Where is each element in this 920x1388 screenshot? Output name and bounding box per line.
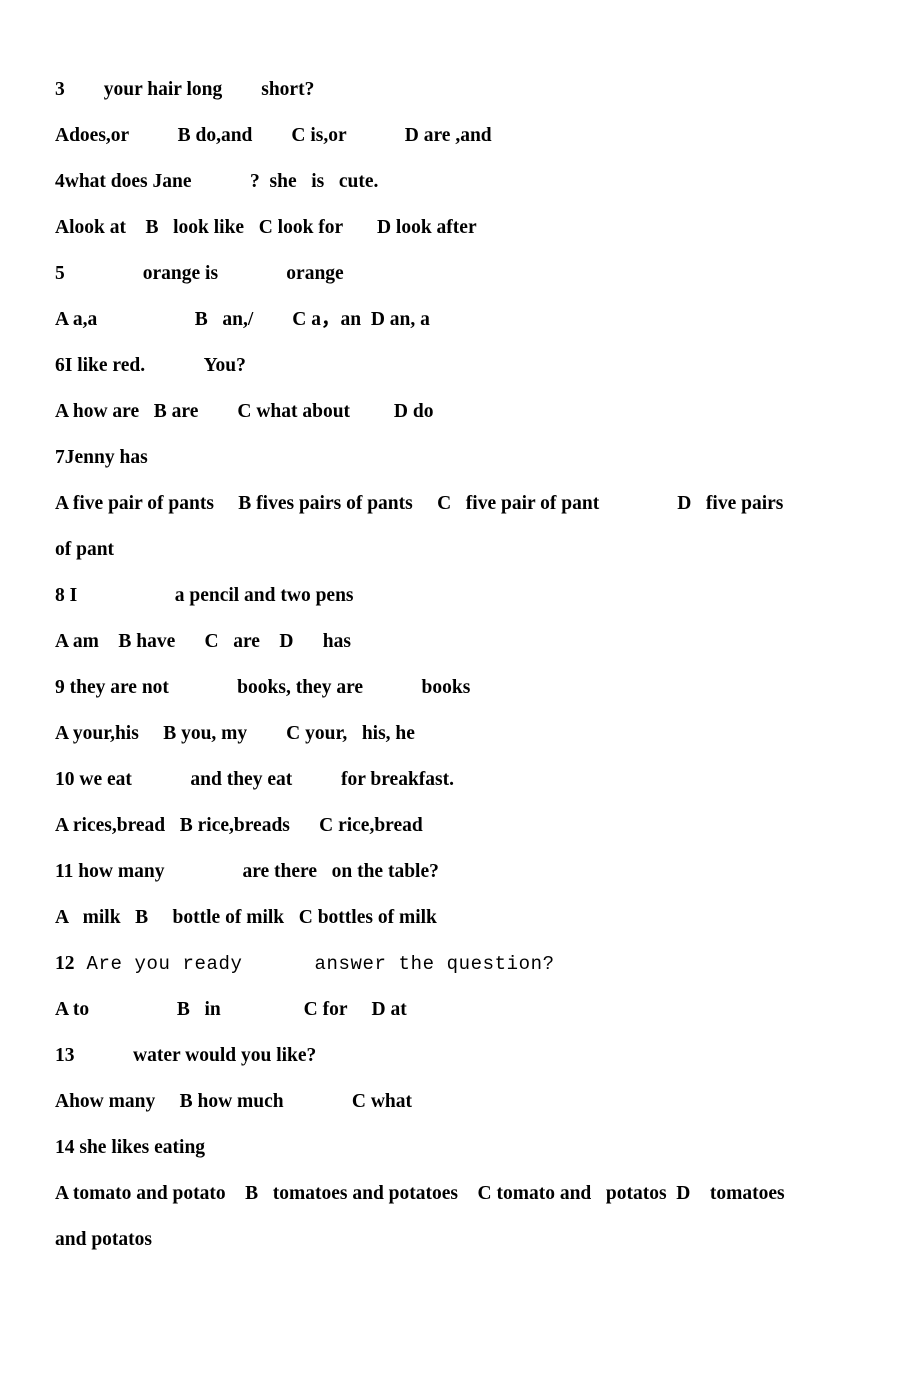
worksheet-page: 3____your hair long____short? Adoes,or B … <box>0 0 920 1388</box>
q9-options: A your,his B you, my C your, his, he <box>55 723 415 744</box>
answer-blank: _____ <box>363 677 412 698</box>
q5-stem: 5_______ orange is______ orange <box>55 263 344 284</box>
q8-stem: 8 I ________ a pencil and two pens <box>55 585 354 606</box>
question-number: 12 <box>55 953 75 974</box>
answer-blank: ______ <box>174 861 233 882</box>
q7-options: A five pair of pants B fives pairs of pa… <box>55 493 784 514</box>
q7-stem: 7Jenny has ______ <box>55 448 880 494</box>
q13-options: Ahow many B how much C what <box>55 1091 412 1112</box>
q7-options-cont: of pant <box>55 539 115 560</box>
q14-options: A tomato and potato B tomatoes and potat… <box>55 1183 785 1204</box>
answer-blank: ____ <box>215 1137 254 1158</box>
q4-options: Alook at B look like C look for D look a… <box>55 217 477 238</box>
q5-options: A a,a B an,/ C a，an D an, a <box>55 309 430 330</box>
q10-options: A rices,bread B rice,breads C rice,bread <box>55 815 423 836</box>
q11-options: A milk B bottle of milk C bottles of mil… <box>55 907 437 928</box>
q4-stem: 4what does Jane _____? she is cute. <box>55 171 379 192</box>
answer-blank: ________ <box>87 585 165 606</box>
q6-options: A how are B are C what about D do <box>55 401 434 422</box>
q13-stem: 13 _____ water would you like? <box>55 1045 317 1066</box>
answer-blank: ______ <box>169 677 228 698</box>
answer-blank: ____ <box>255 953 303 975</box>
q10-stem: 10 we eat _____and they eat ____for brea… <box>55 769 455 790</box>
answer-blank: _______ <box>65 263 133 284</box>
answer-blank: ____ <box>302 769 341 790</box>
q6-stem: 6I like red. _____You? <box>55 355 246 376</box>
q12-stem: 12 Are you ready ____ answer the questio… <box>55 953 555 975</box>
q8-options: A am B have C are D has <box>55 631 351 652</box>
answer-blank: ____ <box>222 79 261 100</box>
q14-options-cont: and potatos <box>55 1229 152 1250</box>
q9-stem: 9 they are not______ books, they are____… <box>55 677 471 698</box>
answer-blank: _____ <box>142 769 191 790</box>
answer-blank: ______ <box>218 263 277 284</box>
q3-stem: 3____your hair long____short? <box>55 79 315 100</box>
q12-options: A to B in C for D at <box>55 999 407 1020</box>
answer-blank: ____ <box>65 79 104 100</box>
q3-options: Adoes,or B do,and C is,or D are ,and <box>55 125 492 146</box>
worksheet-body: 3____your hair long____short? Adoes,or B … <box>55 80 880 1276</box>
q11-stem: 11 how many ______ are there on the tabl… <box>55 861 439 882</box>
answer-blank: _____ <box>201 171 250 192</box>
answer-blank: _____ <box>155 355 204 376</box>
q14-stem: 14 she likes eating ____ <box>55 1138 880 1184</box>
answer-blank: ______ <box>157 447 216 468</box>
answer-blank: _____ <box>79 1045 128 1066</box>
